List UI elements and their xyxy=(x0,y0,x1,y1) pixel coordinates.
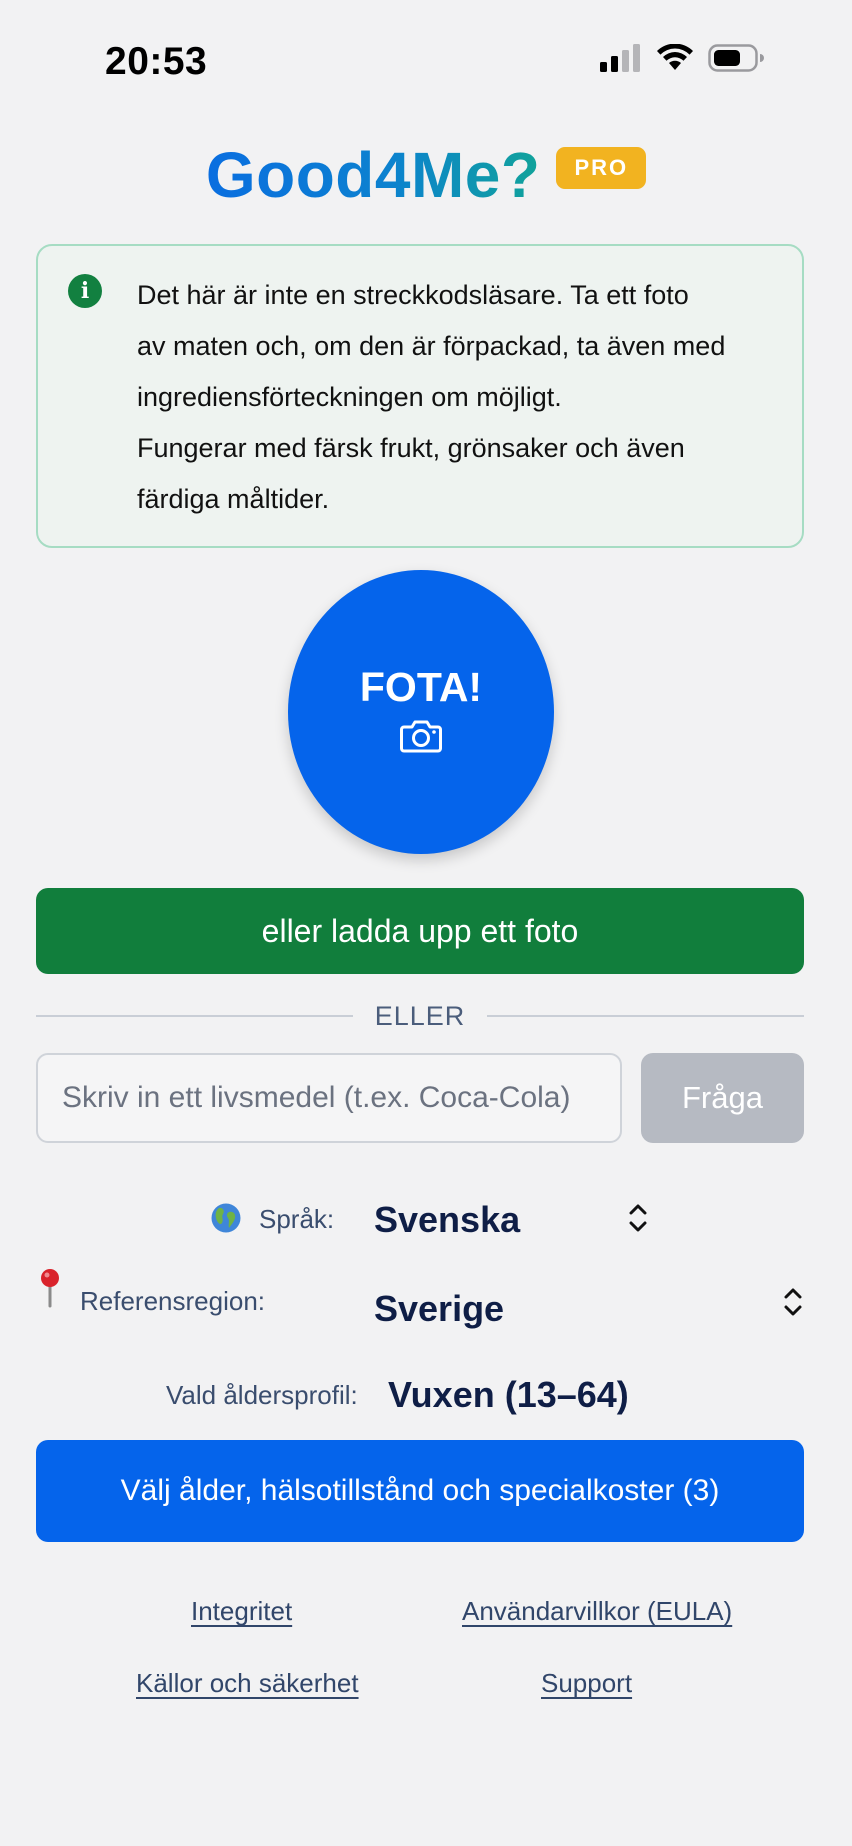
choose-profile-button[interactable]: Välj ålder, hälsotillstånd och specialko… xyxy=(36,1440,804,1542)
info-line: Fungerar med färsk frukt, grönsaker och … xyxy=(137,433,685,463)
divider-line xyxy=(487,1015,804,1017)
divider-label: ELLER xyxy=(374,1000,466,1031)
status-icons xyxy=(600,44,764,72)
app-title: Good4Me? xyxy=(205,139,541,211)
sources-link[interactable]: Källor och säkerhet xyxy=(136,1668,359,1699)
info-line: färdiga måltider. xyxy=(137,484,330,514)
region-select[interactable]: Sverige xyxy=(374,1288,504,1330)
camera-icon xyxy=(400,720,442,752)
food-search-input[interactable] xyxy=(36,1053,622,1143)
info-text: Det här är inte en streckkodsläsare. Ta … xyxy=(137,270,777,525)
info-icon: i xyxy=(68,274,102,308)
terms-link[interactable]: Användarvillkor (EULA) xyxy=(462,1596,732,1627)
age-profile-value: Vuxen (13–64) xyxy=(388,1374,629,1415)
info-line: av maten och, om den är förpackad, ta äv… xyxy=(137,331,726,361)
globe-icon xyxy=(211,1203,241,1233)
pro-badge: PRO xyxy=(556,147,647,189)
language-select[interactable]: Svenska xyxy=(374,1199,520,1241)
info-line: Det här är inte en streckkodsläsare. Ta … xyxy=(137,280,689,310)
support-link[interactable]: Support xyxy=(541,1668,632,1699)
signal-icon xyxy=(600,44,640,72)
privacy-link[interactable]: Integritet xyxy=(191,1596,292,1627)
pin-icon xyxy=(41,1269,59,1308)
take-photo-button[interactable]: FOTA! xyxy=(288,570,554,854)
status-time: 20:53 xyxy=(105,40,208,83)
language-label: Språk: xyxy=(259,1204,335,1234)
region-label: Referensregion: xyxy=(80,1286,265,1316)
battery-icon xyxy=(708,44,764,72)
wifi-icon xyxy=(657,44,693,70)
divider-line xyxy=(36,1015,353,1017)
upload-photo-button[interactable]: eller ladda upp ett foto xyxy=(36,888,804,974)
ask-button[interactable]: Fråga xyxy=(641,1053,804,1143)
region-chevron-updown-icon[interactable] xyxy=(782,1285,804,1319)
age-profile-label: Vald åldersprofil: xyxy=(166,1380,358,1410)
info-box: i Det här är inte en streckkodsläsare. T… xyxy=(36,244,804,548)
take-photo-label: FOTA! xyxy=(359,663,483,710)
info-line: ingrediensförteckningen om möjligt. xyxy=(137,382,562,412)
app-header: Good4Me? PRO xyxy=(0,138,852,212)
language-chevron-updown-icon[interactable] xyxy=(627,1201,649,1235)
or-divider: ELLER xyxy=(36,1000,804,1032)
